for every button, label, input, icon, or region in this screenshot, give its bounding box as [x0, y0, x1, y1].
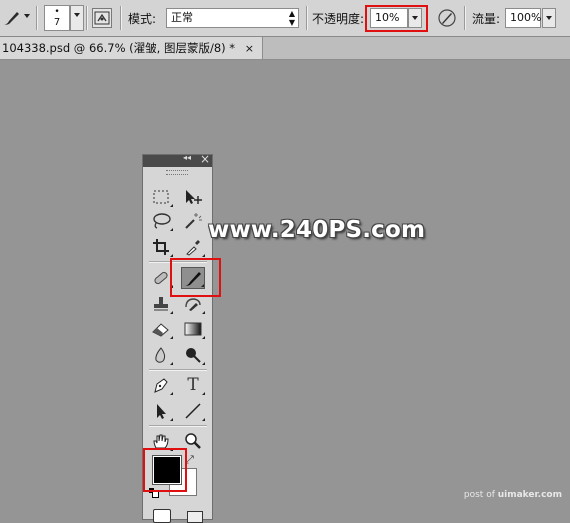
- crop-icon: [153, 239, 169, 255]
- line-tool[interactable]: [181, 400, 205, 422]
- pressure-opacity-icon[interactable]: [436, 7, 458, 29]
- eraser-tool[interactable]: [149, 318, 173, 340]
- history-brush-tool[interactable]: [181, 293, 205, 315]
- gradient-icon: [184, 322, 202, 336]
- document-tab-bar: 104338.psd @ 66.7% (濯皱, 图层蒙版/8) * ×: [0, 37, 570, 60]
- document-tab[interactable]: 104338.psd @ 66.7% (濯皱, 图层蒙版/8) * ×: [0, 37, 263, 59]
- dashed-rect-icon: [153, 190, 169, 204]
- pen-icon: [154, 378, 168, 393]
- close-panel-icon[interactable]: ×: [200, 152, 210, 166]
- flow-label: 流量:: [472, 12, 501, 26]
- flow-input[interactable]: 100%: [505, 8, 541, 28]
- flow-slider-toggle[interactable]: [542, 8, 556, 28]
- lasso-tool[interactable]: [149, 210, 173, 232]
- bandage-icon: [154, 271, 168, 285]
- rectangular-marquee-tool[interactable]: [149, 186, 173, 208]
- opacity-label: 不透明度:: [312, 12, 365, 26]
- panel-grip[interactable]: [166, 170, 188, 175]
- brush-tool-highlight-box: [170, 258, 221, 297]
- collapse-panel-icon[interactable]: ◂◂: [183, 153, 191, 162]
- brush-size-picker[interactable]: • 7: [44, 5, 70, 31]
- dodge-icon: [186, 348, 201, 363]
- credit-site: uimaker.com: [497, 490, 562, 500]
- credit-text: post of uimaker.com: [464, 490, 562, 500]
- brush-picker-dropdown[interactable]: [70, 5, 84, 31]
- document-tab-title: 104338.psd @ 66.7% (濯皱, 图层蒙版/8) *: [2, 41, 236, 55]
- history-brush-icon: [185, 298, 201, 311]
- opacity-highlight-box: [365, 5, 428, 32]
- mode-label: 模式:: [128, 12, 157, 26]
- mode-select[interactable]: 正常 ▲ ▼: [166, 8, 299, 28]
- pen-tool[interactable]: [149, 374, 173, 396]
- gradient-tool[interactable]: [181, 318, 205, 340]
- tools-panel: ◂◂ × T ⤢: [142, 152, 221, 523]
- lasso-icon: [153, 213, 171, 229]
- eyedropper-tool[interactable]: [181, 236, 205, 258]
- magic-wand-icon: [185, 213, 202, 229]
- brush-tip-dot-icon: •: [54, 7, 60, 17]
- credit-prefix: post of: [463, 490, 498, 500]
- line-icon: [185, 403, 201, 419]
- eyedropper-icon: [186, 240, 200, 256]
- updown-arrows-icon: ▲ ▼: [288, 9, 295, 27]
- stamp-icon: [154, 297, 168, 311]
- flow-value: 100%: [510, 11, 542, 24]
- mode-value: 正常: [171, 11, 193, 24]
- document-tab-close-icon[interactable]: ×: [245, 42, 254, 55]
- tool-preset-dropdown[interactable]: [24, 14, 30, 18]
- type-icon: T: [187, 375, 199, 395]
- brush-size-value: 7: [53, 17, 61, 28]
- screen-mode-icon[interactable]: [187, 511, 203, 523]
- brush-panel-toggle-icon[interactable]: [92, 8, 112, 28]
- crop-tool[interactable]: [149, 236, 173, 258]
- magic-wand-tool[interactable]: [181, 210, 205, 232]
- options-bar: • 7 模式: 正常 ▲ ▼ 不透明度: 10% 流量: 100%: [0, 0, 570, 37]
- tools-panel-header[interactable]: ◂◂ ×: [143, 152, 212, 167]
- arrow-icon: [157, 404, 166, 419]
- type-tool[interactable]: T: [181, 374, 205, 396]
- clone-stamp-tool[interactable]: [149, 293, 173, 315]
- move-tool[interactable]: [181, 186, 205, 208]
- quick-mask-icon[interactable]: [153, 509, 171, 523]
- tool-preset-brush-icon[interactable]: [2, 8, 24, 28]
- dodge-tool[interactable]: [181, 344, 205, 366]
- color-swatch-highlight-box: [143, 448, 187, 492]
- blur-drop-icon: [155, 347, 166, 363]
- eraser-icon: [152, 323, 169, 337]
- canvas-area[interactable]: [0, 60, 570, 520]
- watermark-text: www.240PS.com: [208, 217, 426, 243]
- move-icon: [186, 190, 202, 204]
- path-selection-tool[interactable]: [149, 400, 173, 422]
- blur-tool[interactable]: [149, 344, 173, 366]
